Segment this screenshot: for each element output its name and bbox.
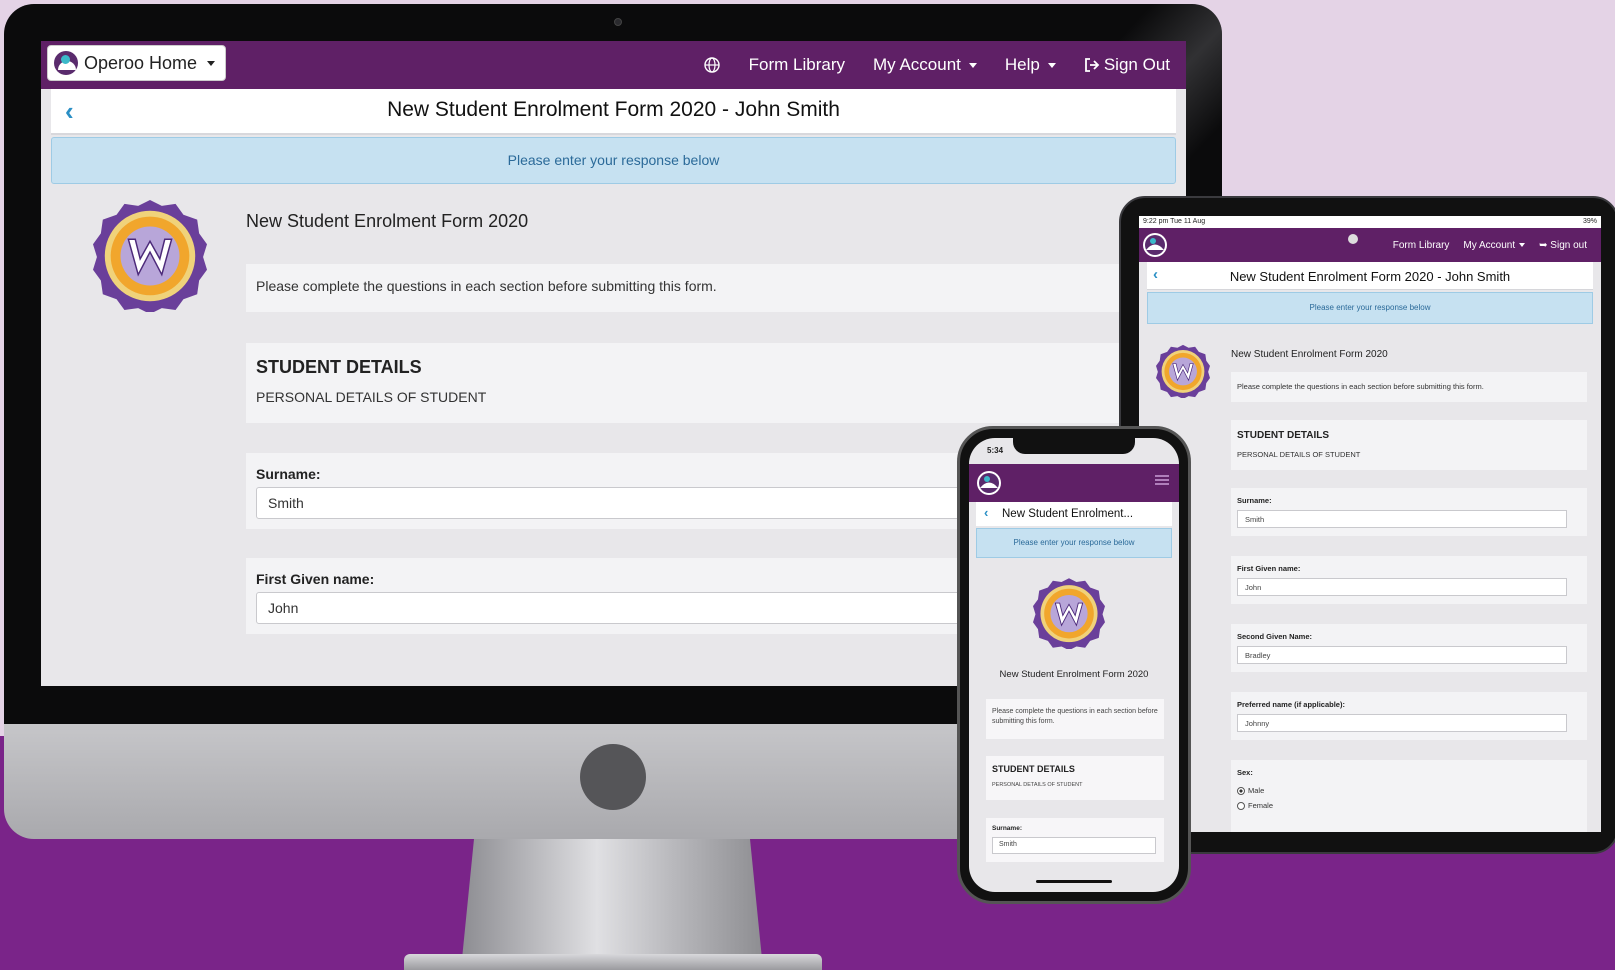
tablet-nav-sign-out[interactable]: ➥ Sign out <box>1539 240 1587 251</box>
intro-panel: Please complete the questions in each se… <box>246 264 1186 312</box>
caret-down-icon <box>207 60 216 66</box>
sign-out-label: Sign Out <box>1103 55 1170 74</box>
tablet-surname-group: Surname: Smith <box>1231 488 1587 536</box>
tablet-surname-label: Surname: <box>1237 496 1272 505</box>
school-seal-logo <box>1156 344 1210 398</box>
tablet-second-name-label: Second Given Name: <box>1237 632 1313 641</box>
tablet-section-panel: STUDENT DETAILS PERSONAL DETAILS OF STUD… <box>1231 420 1587 470</box>
sign-out-icon <box>1084 58 1100 72</box>
school-seal-logo <box>1033 578 1105 649</box>
tablet-second-name-group: Second Given Name: Bradley <box>1231 624 1587 672</box>
radio-male[interactable]: Male <box>1237 786 1264 795</box>
tablet-screen: 9:22 pm Tue 11 Aug 39% Form Library My A… <box>1139 216 1601 832</box>
phone-page-title: New Student Enrolment... <box>1002 508 1134 520</box>
tablet-sign-out-label: Sign out <box>1550 239 1587 251</box>
monitor-stand <box>462 839 762 959</box>
tablet-my-account-label: My Account <box>1463 239 1516 251</box>
language-globe-button[interactable] <box>703 56 721 74</box>
caret-down-icon <box>1519 242 1526 247</box>
phone-intro-text: Please complete the questions in each se… <box>992 708 1158 725</box>
phone-section-title: STUDENT DETAILS <box>992 764 1075 774</box>
phone-page-header: ‹ New Student Enrolment... <box>976 502 1172 526</box>
tablet-status-bar: 9:22 pm Tue 11 Aug 39% <box>1139 216 1601 228</box>
radio-male-label: Male <box>1248 786 1265 795</box>
tablet-section-title: STUDENT DETAILS <box>1237 430 1330 441</box>
page-header: ‹ New Student Enrolment Form 2020 - John… <box>51 89 1176 135</box>
tablet-nav-menu: Form Library My Account ➥ Sign out <box>1393 228 1587 262</box>
phone-navbar <box>969 464 1179 502</box>
tablet-intro-text: Please complete the questions in each se… <box>1237 382 1484 391</box>
form-name: New Student Enrolment Form 2020 <box>246 211 529 231</box>
first-name-label: First Given name: <box>256 571 375 587</box>
tablet-preferred-name-input[interactable]: Johnny <box>1237 714 1567 732</box>
globe-icon <box>703 57 720 73</box>
tablet-battery: 39% <box>1582 218 1597 225</box>
radio-female-label: Female <box>1248 801 1274 810</box>
caret-down-icon <box>968 62 977 68</box>
tablet-form-name: New Student Enrolment Form 2020 <box>1231 349 1388 360</box>
tablet-sex-group: Sex: Male Female <box>1231 760 1587 832</box>
operoo-logo-icon[interactable] <box>977 471 1001 495</box>
tablet-page-title: New Student Enrolment Form 2020 - John S… <box>1229 269 1511 284</box>
tablet-navbar: Form Library My Account ➥ Sign out <box>1139 228 1601 262</box>
back-chevron-icon[interactable]: ‹ <box>984 505 988 520</box>
nav-menu: Form Library My Account Help Sign Out <box>703 41 1170 89</box>
page-title: New Student Enrolment Form 2020 - John S… <box>387 98 840 121</box>
tablet-section-subtitle: PERSONAL DETAILS OF STUDENT <box>1237 450 1361 459</box>
tablet-language-dot[interactable] <box>1348 234 1358 244</box>
tablet-first-name-label: First Given name: <box>1237 564 1301 573</box>
tablet-info-alert: Please enter your response below <box>1147 292 1593 324</box>
school-seal-logo <box>93 199 207 312</box>
surname-label: Surname: <box>256 466 321 482</box>
tablet-first-name-group: First Given name: John <box>1231 556 1587 604</box>
section-title: STUDENT DETAILS <box>256 357 422 377</box>
nav-my-account[interactable]: My Account <box>873 55 977 75</box>
nav-sign-out[interactable]: Sign Out <box>1084 55 1170 75</box>
phone-surname-group: Surname: Smith <box>986 818 1164 862</box>
camera <box>614 18 622 26</box>
tablet-surname-input[interactable]: Smith <box>1237 510 1567 528</box>
tablet-nav-form-library[interactable]: Form Library <box>1393 240 1450 251</box>
tablet-first-name-input[interactable]: John <box>1237 578 1567 596</box>
tablet-page-header: ‹ New Student Enrolment Form 2020 - John… <box>1147 262 1593 290</box>
radio-female[interactable]: Female <box>1237 801 1273 810</box>
tablet-status-time: 9:22 pm Tue 11 Aug <box>1143 218 1206 225</box>
section-header-panel: STUDENT DETAILS PERSONAL DETAILS OF STUD… <box>246 343 1186 423</box>
info-alert: Please enter your response below <box>51 137 1176 184</box>
phone-surname-input[interactable]: Smith <box>992 837 1156 854</box>
phone-surname-label: Surname: <box>992 825 1022 832</box>
phone-status-time: 5:34 <box>987 446 1004 455</box>
radio-empty-icon <box>1237 801 1245 810</box>
monitor-logo <box>580 744 646 810</box>
my-account-label: My Account <box>873 55 961 74</box>
phone-form-name: New Student Enrolment Form 2020 <box>999 669 1149 680</box>
phone-info-alert: Please enter your response below <box>976 528 1172 558</box>
operoo-logo-icon[interactable] <box>1143 233 1167 257</box>
operoo-home-dropdown[interactable]: Operoo Home <box>47 45 227 81</box>
tablet-preferred-name-label: Preferred name (if applicable): <box>1237 700 1345 709</box>
nav-form-library[interactable]: Form Library <box>749 55 845 75</box>
phone-intro-panel: Please complete the questions in each se… <box>986 699 1164 739</box>
tablet-intro-panel: Please complete the questions in each se… <box>1231 372 1587 402</box>
phone-section-panel: STUDENT DETAILS PERSONAL DETAILS OF STUD… <box>986 756 1164 800</box>
tablet-preferred-name-group: Preferred name (if applicable): Johnny <box>1231 692 1587 740</box>
nav-help[interactable]: Help <box>1005 55 1056 75</box>
phone-notch <box>1013 438 1135 454</box>
top-navbar: Operoo Home Form Library My Account Help… <box>41 41 1186 89</box>
radio-selected-icon <box>1237 786 1245 795</box>
tablet-sex-label: Sex: <box>1237 768 1253 777</box>
phone-screen: 5:34 ‹ New Student Enrolment... Please e… <box>969 438 1179 892</box>
caret-down-icon <box>1047 62 1056 68</box>
hamburger-menu-icon[interactable] <box>1155 475 1169 485</box>
tablet-nav-my-account[interactable]: My Account <box>1463 239 1526 251</box>
home-button-label: Operoo Home <box>84 52 198 73</box>
home-indicator[interactable] <box>1036 880 1112 883</box>
help-label: Help <box>1004 55 1040 74</box>
intro-text: Please complete the questions in each se… <box>256 278 717 294</box>
phone-section-subtitle: PERSONAL DETAILS OF STUDENT <box>992 782 1083 788</box>
section-subtitle: PERSONAL DETAILS OF STUDENT <box>256 389 487 405</box>
tablet-second-name-input[interactable]: Bradley <box>1237 646 1567 664</box>
monitor-base <box>404 954 822 970</box>
operoo-logo-icon <box>54 51 78 75</box>
